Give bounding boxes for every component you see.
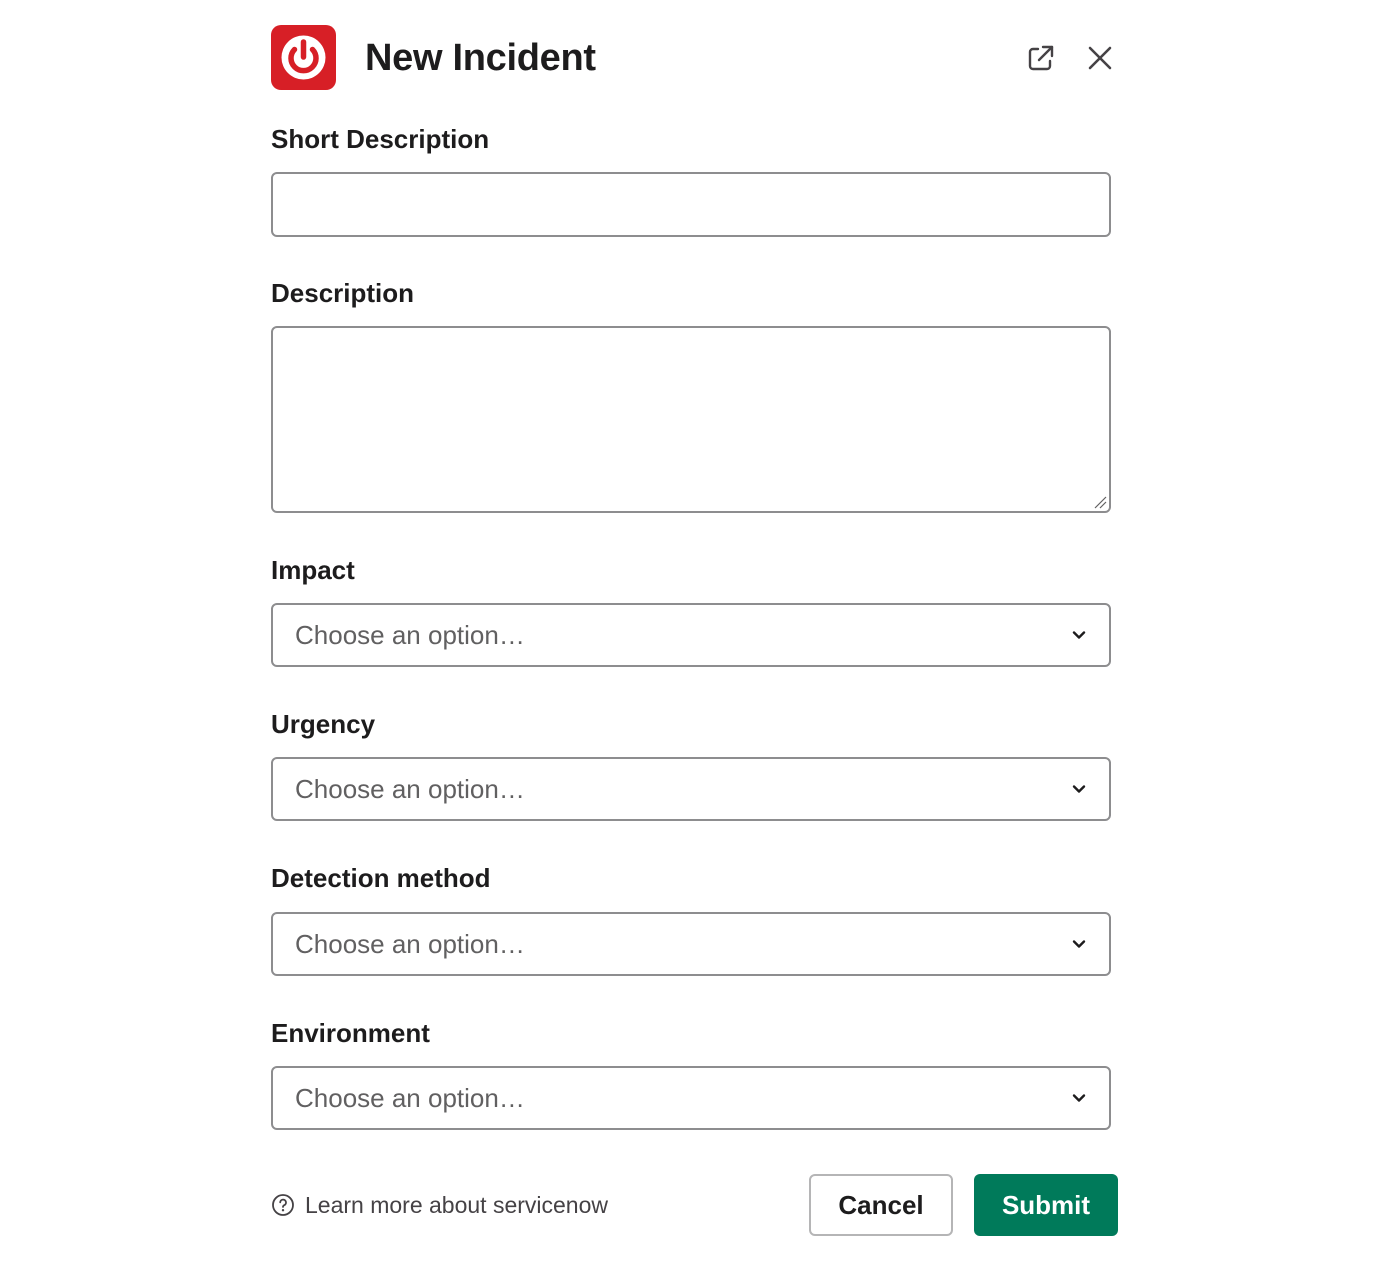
description-label: Description <box>271 278 415 308</box>
impact-placeholder: Choose an option… <box>295 620 525 650</box>
short-description-input[interactable] <box>271 172 1111 237</box>
chevron-down-icon <box>1071 781 1087 797</box>
resize-handle-icon[interactable] <box>1093 495 1107 509</box>
learn-more-text: Learn more about servicenow <box>305 1192 608 1218</box>
modal-title: New Incident <box>365 37 596 79</box>
close-icon <box>1088 46 1112 70</box>
open-in-new-window-button[interactable] <box>1024 41 1058 75</box>
chevron-down-icon <box>1071 936 1087 952</box>
environment-placeholder: Choose an option… <box>295 1083 525 1113</box>
external-link-icon <box>1028 45 1054 71</box>
app-icon <box>271 25 336 90</box>
cancel-button[interactable]: Cancel <box>809 1174 953 1236</box>
submit-button[interactable]: Submit <box>974 1174 1118 1236</box>
help-circle-icon <box>271 1193 295 1217</box>
detection-method-label: Detection method <box>271 863 491 893</box>
description-textarea[interactable] <box>271 326 1111 513</box>
impact-label: Impact <box>271 555 355 585</box>
urgency-select[interactable]: Choose an option… <box>271 757 1111 821</box>
power-icon <box>281 35 326 80</box>
new-incident-modal: New Incident Short Description Descripti… <box>271 0 1119 1267</box>
short-description-label: Short Description <box>271 124 490 154</box>
chevron-down-icon <box>1071 1090 1087 1106</box>
detection-method-select[interactable]: Choose an option… <box>271 912 1111 976</box>
urgency-label: Urgency <box>271 709 376 739</box>
urgency-placeholder: Choose an option… <box>295 774 525 804</box>
environment-select[interactable]: Choose an option… <box>271 1066 1111 1130</box>
detection-method-placeholder: Choose an option… <box>295 929 525 959</box>
close-button[interactable] <box>1083 41 1117 75</box>
impact-select[interactable]: Choose an option… <box>271 603 1111 667</box>
environment-label: Environment <box>271 1018 430 1048</box>
chevron-down-icon <box>1071 627 1087 643</box>
modal-header: New Incident <box>271 25 1112 90</box>
